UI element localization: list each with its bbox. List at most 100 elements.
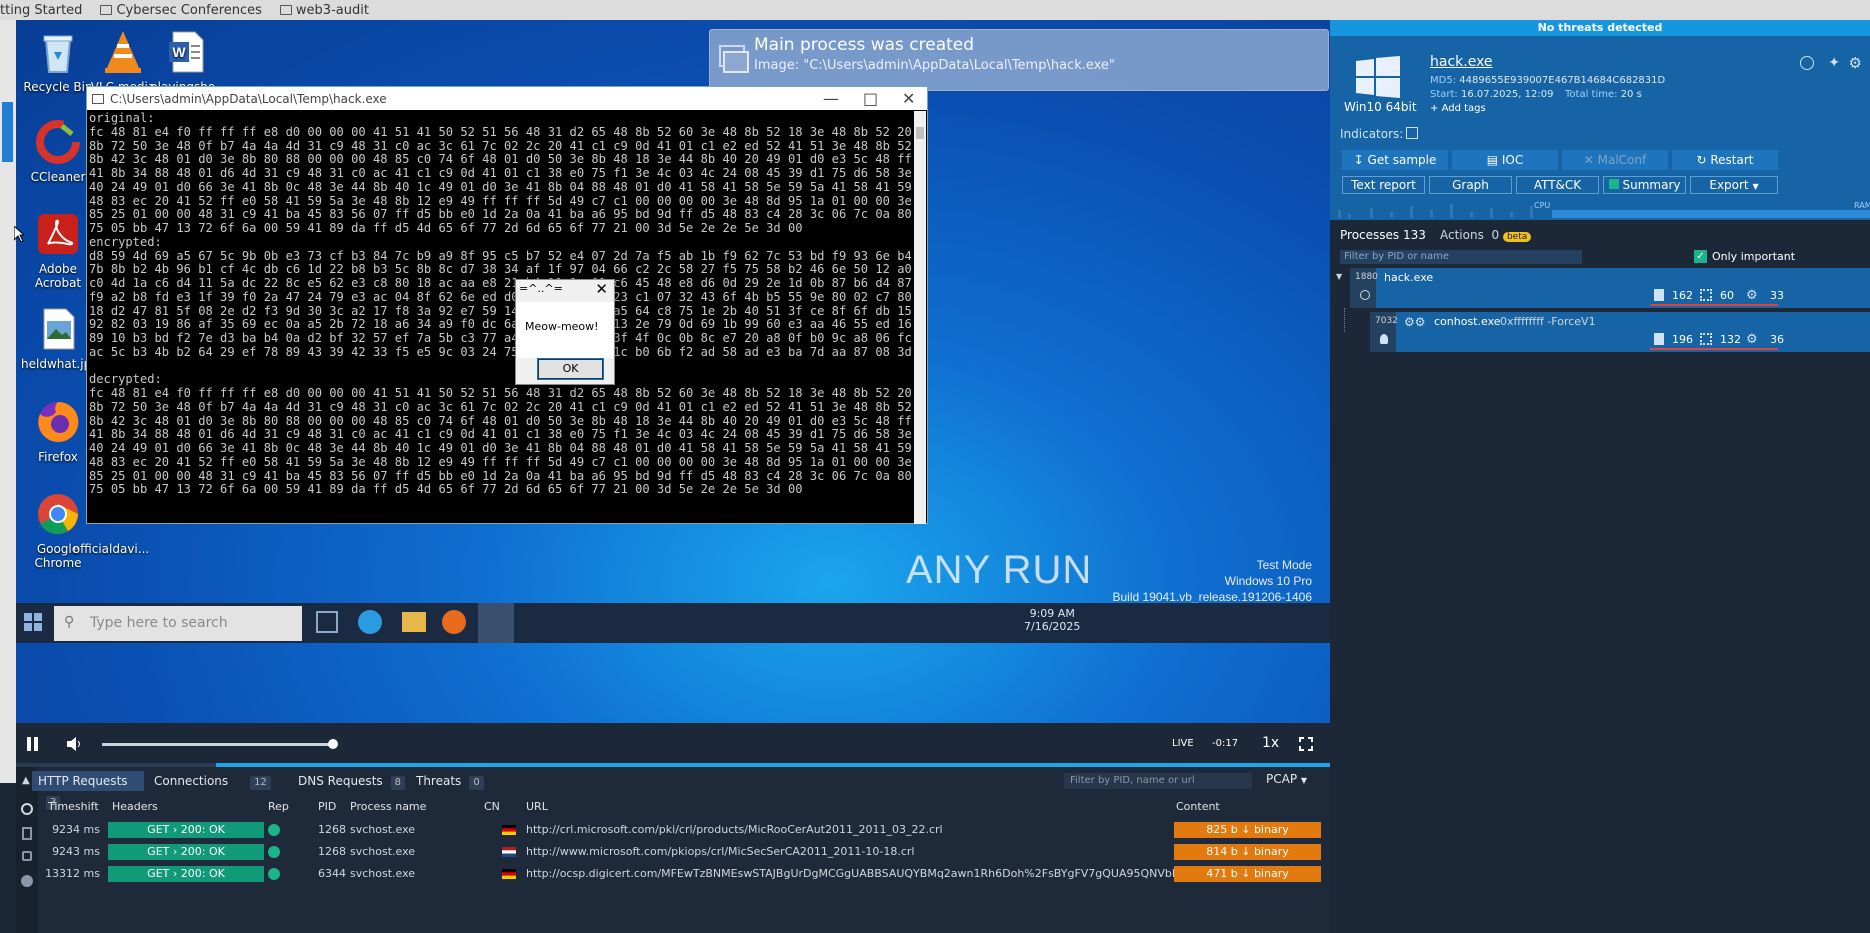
taskbar-console-item[interactable] [478,603,514,643]
content-badge: 471 b ↓ binary [1174,866,1321,882]
tab-threats[interactable]: Threats 0 [410,771,490,791]
bookmarks-bar: tting Started Cybersec Conferences web3-… [0,0,1870,20]
tab-http-requests[interactable]: HTTP Requests3 [32,771,144,810]
msgbox-close-icon[interactable]: ✕ [595,280,608,298]
add-tags-link[interactable]: + Add tags [1430,103,1486,114]
video-player-controls: LIVE -0:17 1x [16,728,1330,764]
bookmark-getting-started[interactable]: tting Started [0,3,82,18]
taskbar-search-placeholder: Type here to search [90,615,228,631]
network-filter-input[interactable]: Filter by PID, name or url [1064,773,1252,789]
taskbar-clock[interactable]: 9:09 AM 7/16/2025 [1024,607,1080,633]
text-report-button[interactable]: Text report [1342,176,1425,194]
window-stack-icon [718,40,750,80]
taskbar-search-box[interactable]: ⚲ Type here to search [54,606,302,641]
bookmark-cybersec-conferences[interactable]: Cybersec Conferences [100,3,262,18]
volume-slider[interactable] [102,743,334,746]
file-explorer-icon[interactable] [402,612,426,632]
console-window[interactable]: C:\Users\admin\AppData\Local\Temp\hack.e… [86,86,928,524]
attck-button[interactable]: ATT&CK [1516,176,1599,194]
fullscreen-icon[interactable] [1299,736,1313,751]
scrollbar-thumb[interactable] [916,127,924,139]
desktop-icon-firefox[interactable]: Firefox [21,398,95,464]
expand-icon[interactable]: ▼ [1336,272,1342,281]
analysis-panel: No threats detected Win10 64bit hack.exe… [1330,20,1870,933]
conhost-gears-icon: ⚙⚙ [1404,315,1426,329]
console-scrollbar[interactable] [914,111,926,524]
reputation-ok-icon [268,824,280,836]
process-filter-input[interactable]: Filter by PID or name [1340,250,1582,264]
bookmark-web3-audit[interactable]: web3-audit [279,3,369,18]
only-important-checkbox[interactable]: ✓ [1694,250,1707,263]
close-icon[interactable]: ✕ [902,89,915,108]
tab-processes[interactable]: Processes 133 [1340,228,1426,242]
process-created-notification: Main process was created Image: "C:\User… [709,29,1329,91]
maximize-icon[interactable]: □ [863,89,878,108]
export-button[interactable]: Export ▼ [1690,176,1778,194]
copy-icon[interactable] [1406,127,1418,139]
msgbox-title: =^..^= [519,282,563,295]
vlc-icon [99,28,147,76]
graph-button[interactable]: Graph [1429,176,1512,194]
desktop-icon-playingsho[interactable]: W playingsho... [150,28,226,94]
notification-subtitle: Image: "C:\Users\admin\AppData\Local\Tem… [754,58,1115,73]
pause-icon[interactable] [26,736,40,752]
info-icon[interactable] [1800,56,1814,70]
modules-icon: ⚙ [1746,288,1758,303]
taskbar-firefox-icon[interactable] [442,610,466,634]
files-icon [1654,289,1664,301]
side-strip-highlight [2,102,13,162]
summary-button[interactable]: Summary [1603,176,1686,194]
task-view-icon[interactable] [316,611,338,633]
desktop-icon-vlc[interactable]: VLC media [86,28,160,94]
sample-filename[interactable]: hack.exe [1430,54,1493,70]
network-panel: ▲ HTTP Requests3 Connections 12 DNS Reque… [16,767,1330,933]
cpu-ram-graph: CPU RAM [1338,201,1870,218]
table-row[interactable]: 9243 ms GET › 200: OK 1268 svchost.exe h… [16,843,1330,861]
share-icon[interactable]: ✦ [1828,55,1840,71]
table-row[interactable]: 13312 ms GET › 200: OK 6344 svchost.exe … [16,865,1330,883]
time-offset: -0:17 [1212,738,1239,749]
meow-message-box[interactable]: =^..^= ✕ Meow-meow! OK [515,279,615,385]
desktop-icon-heldwhat-jpg[interactable]: heldwhat.jpg [21,305,99,371]
volume-slider-handle[interactable] [328,739,338,749]
pcap-dropdown[interactable]: PCAP ▼ [1266,772,1307,786]
watermark-edition: Windows 10 Pro [1224,574,1312,588]
task-info: Win10 64bit hack.exe MD5: 4489655E939007… [1330,36,1870,220]
restart-button[interactable]: ↻ Restart [1672,150,1778,170]
tab-actions[interactable]: Actions 0 beta [1440,228,1532,242]
ioc-button[interactable]: ▤ IOC [1452,150,1558,170]
process-row-conhost-exe[interactable]: 7032 ⚙⚙ conhost.exe 0xffffffff -ForceV1 … [1370,312,1870,352]
gear-icon[interactable]: ⚙ [1849,54,1862,72]
volume-icon[interactable] [66,736,82,752]
folder-icon [100,5,113,15]
os-label: Win10 64bit [1344,100,1417,114]
tab-connections[interactable]: Connections 12 [148,771,288,791]
tab-dns-requests[interactable]: DNS Requests 8 [292,771,406,791]
vm-desktop[interactable]: Recycle Bin VLC media W playingsho... CC… [16,20,1330,723]
process-row-hack-exe[interactable]: 1880 hack.exe 162 60 ⚙ 33 [1350,268,1870,308]
image-file-icon [34,305,82,353]
firefox-icon [34,398,82,446]
only-important-label[interactable]: Only important [1712,250,1795,263]
windows-logo-icon [1356,56,1400,98]
screen: tting Started Cybersec Conferences web3-… [0,0,1870,933]
desktop-icon-adobe-acrobat[interactable]: Adobe Acrobat [21,210,95,290]
playback-speed[interactable]: 1x [1262,735,1279,751]
windows-start-icon[interactable] [24,613,42,631]
ai-icon [1608,179,1619,189]
acrobat-icon [34,210,82,258]
msgbox-ok-button[interactable]: OK [537,358,604,380]
beta-badge: beta [1502,232,1532,242]
get-sample-button[interactable]: ↧ Get sample [1342,150,1448,170]
table-row[interactable]: 9234 ms GET › 200: OK 1268 svchost.exe h… [16,821,1330,839]
desktop-icon-ccleaner[interactable]: CCleaner [21,118,95,184]
minimize-icon[interactable]: — [823,89,839,108]
edge-icon[interactable] [358,610,382,634]
console-titlebar[interactable]: C:\Users\admin\AppData\Local\Temp\hack.e… [87,87,927,110]
process-panel: Processes 133 Actions 0 beta Filter by P… [1330,220,1870,905]
console-app-icon [92,93,104,104]
malconf-button[interactable]: ✕ MalConf [1562,150,1668,170]
desktop-icon-recycle-bin[interactable]: Recycle Bin [21,28,95,94]
live-indicator[interactable]: LIVE [1172,738,1194,749]
process-link-icon [1360,290,1370,300]
